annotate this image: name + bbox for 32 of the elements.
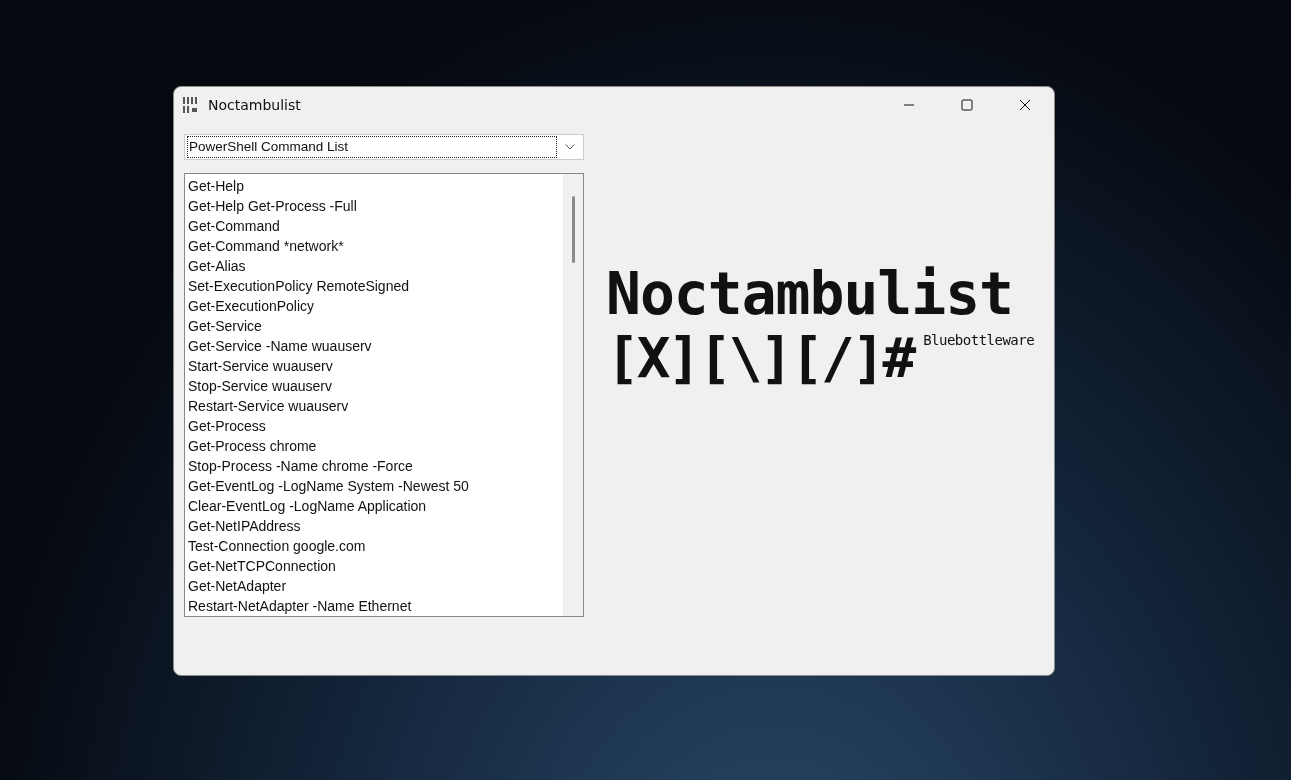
- command-item[interactable]: Test-Connection google.com: [185, 536, 563, 556]
- command-item[interactable]: Get-Help: [185, 176, 563, 196]
- command-item[interactable]: Set-ExecutionPolicy RemoteSigned: [185, 276, 563, 296]
- list-dropdown[interactable]: PowerShell Command List: [184, 134, 584, 160]
- command-item[interactable]: Get-Command: [185, 216, 563, 236]
- command-item[interactable]: Restart-NetAdapter -Name Ethernet: [185, 596, 563, 616]
- command-item[interactable]: Get-Service -Name wuauserv: [185, 336, 563, 356]
- command-item[interactable]: Get-Command *network*: [185, 236, 563, 256]
- logo-symbol: [X][\][/]#: [606, 324, 914, 392]
- command-item[interactable]: Get-NetIPAddress: [185, 516, 563, 536]
- command-item[interactable]: Clear-EventLog -LogName Application: [185, 496, 563, 516]
- command-item[interactable]: Get-Process: [185, 416, 563, 436]
- command-item[interactable]: Get-ExecutionPolicy: [185, 296, 563, 316]
- close-icon: [1019, 99, 1031, 111]
- logo-title: Noctambulist: [606, 264, 1015, 324]
- command-item[interactable]: Stop-Service wuauserv: [185, 376, 563, 396]
- command-item[interactable]: Get-Help Get-Process -Full: [185, 196, 563, 216]
- logo-maker: Bluebottleware: [923, 332, 1035, 348]
- command-item[interactable]: Get-Process chrome: [185, 436, 563, 456]
- command-item[interactable]: Start-Service wuauserv: [185, 356, 563, 376]
- command-item[interactable]: Stop-Process -Name chrome -Force: [185, 456, 563, 476]
- scrollbar-thumb[interactable]: [571, 196, 575, 263]
- command-item[interactable]: Get-EventLog -LogName System -Newest 50: [185, 476, 563, 496]
- chevron-down-icon: [565, 144, 575, 150]
- command-item[interactable]: Get-NetTCPConnection: [185, 556, 563, 576]
- app-icon: [182, 96, 200, 114]
- maximize-icon: [961, 99, 973, 111]
- command-item[interactable]: Get-NetAdapter: [185, 576, 563, 596]
- command-item[interactable]: Get-Service: [185, 316, 563, 336]
- command-item[interactable]: Get-Alias: [185, 256, 563, 276]
- command-item[interactable]: Restart-Service wuauserv: [185, 396, 563, 416]
- window-title: Noctambulist: [208, 97, 301, 113]
